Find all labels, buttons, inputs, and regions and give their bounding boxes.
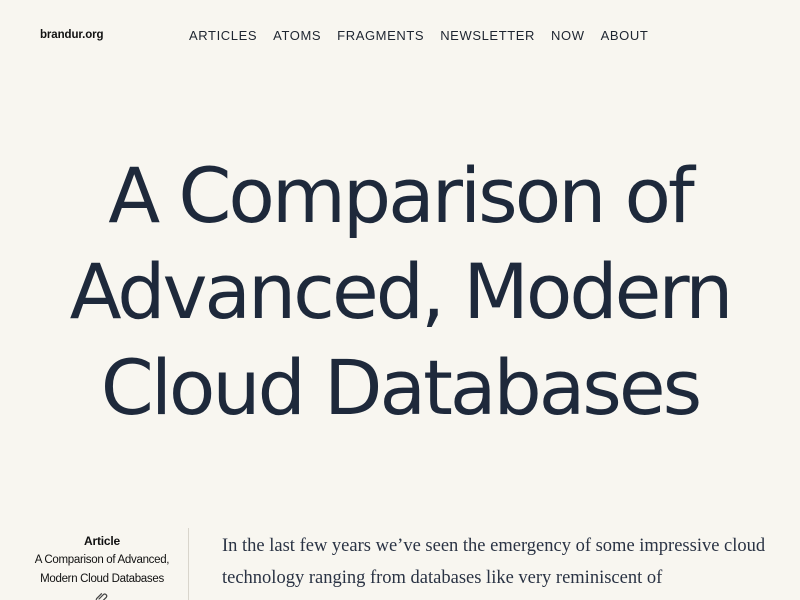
- nav-link-articles[interactable]: ARTICLES: [189, 28, 257, 43]
- sidebar-divider: [188, 528, 189, 600]
- article-sidebar: Article A Comparison of Advanced, Modern…: [28, 532, 176, 600]
- site-brand-link[interactable]: brandur.org: [40, 29, 104, 41]
- article-title-line: A Comparison of: [108, 151, 695, 240]
- nav-link-about[interactable]: ABOUT: [601, 28, 649, 43]
- paperclip-icon[interactable]: [95, 591, 109, 600]
- article-intro-paragraph: In the last few years we’ve seen the eme…: [222, 536, 766, 588]
- main-nav: ARTICLES ATOMS FRAGMENTS NEWSLETTER NOW …: [189, 28, 664, 43]
- nav-link-fragments[interactable]: FRAGMENTS: [337, 28, 424, 43]
- nav-link-newsletter[interactable]: NEWSLETTER: [440, 28, 535, 43]
- article-header: A Comparison of Advanced, Modern Cloud D…: [0, 148, 800, 436]
- article-title: A Comparison of Advanced, Modern Cloud D…: [0, 148, 800, 436]
- nav-link-now[interactable]: NOW: [551, 28, 585, 43]
- article-title-line: Advanced, Modern: [69, 247, 734, 336]
- nav-link-atoms[interactable]: ATOMS: [273, 28, 321, 43]
- sidebar-kind-label: Article: [84, 534, 120, 548]
- article-title-line: Cloud Databases: [100, 343, 702, 432]
- sidebar-article-title: A Comparison of Advanced, Modern Cloud D…: [34, 554, 170, 585]
